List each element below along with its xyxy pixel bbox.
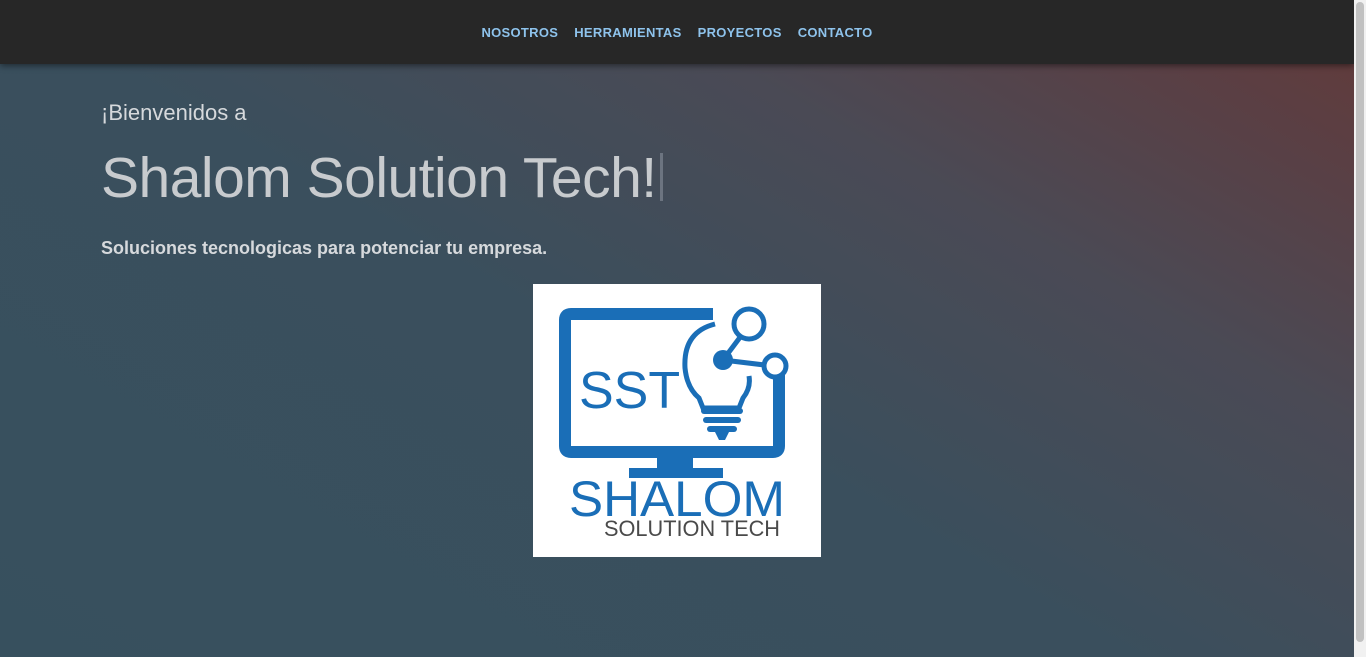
nav-link-proyectos[interactable]: PROYECTOS <box>698 25 782 40</box>
network-node-center <box>713 350 733 370</box>
welcome-text: ¡Bienvenidos a <box>101 100 247 125</box>
page: NOSOTROS HERRAMIENTAS PROYECTOS CONTACTO… <box>0 0 1366 657</box>
network-node-right <box>761 352 789 380</box>
page-title: Shalom Solution Tech! <box>101 144 663 212</box>
bulb-ring-1 <box>701 408 743 414</box>
nav-link-herramientas[interactable]: HERRAMIENTAS <box>574 25 681 40</box>
navbar: NOSOTROS HERRAMIENTAS PROYECTOS CONTACTO <box>0 0 1354 64</box>
bulb-tip <box>715 432 729 440</box>
bulb-ring-3 <box>707 426 737 432</box>
logo-monogram: SST <box>579 362 680 420</box>
logo-tagline: SOLUTION TECH <box>604 516 780 541</box>
logo-graphic: SST SHALOM SOLUTION TECH <box>559 306 789 541</box>
network-node-top <box>731 306 767 342</box>
monitor-neck <box>657 452 693 468</box>
page-scrollbar[interactable] <box>1354 0 1366 657</box>
page-title-text: Shalom Solution Tech! <box>101 146 657 210</box>
nav-link-contacto[interactable]: CONTACTO <box>798 25 873 40</box>
bulb-ring-2 <box>703 417 741 423</box>
scrollbar-thumb[interactable] <box>1356 2 1364 642</box>
nav-links: NOSOTROS HERRAMIENTAS PROYECTOS CONTACTO <box>481 25 872 40</box>
hero-content: ¡Bienvenidos a Shalom Solution Tech! Sol… <box>101 100 663 259</box>
hero-subtitle: Soluciones tecnologicas para potenciar t… <box>101 238 548 259</box>
typing-cursor <box>659 153 663 201</box>
nav-link-nosotros[interactable]: NOSOTROS <box>481 25 558 40</box>
company-logo: SST SHALOM SOLUTION TECH <box>533 284 821 557</box>
